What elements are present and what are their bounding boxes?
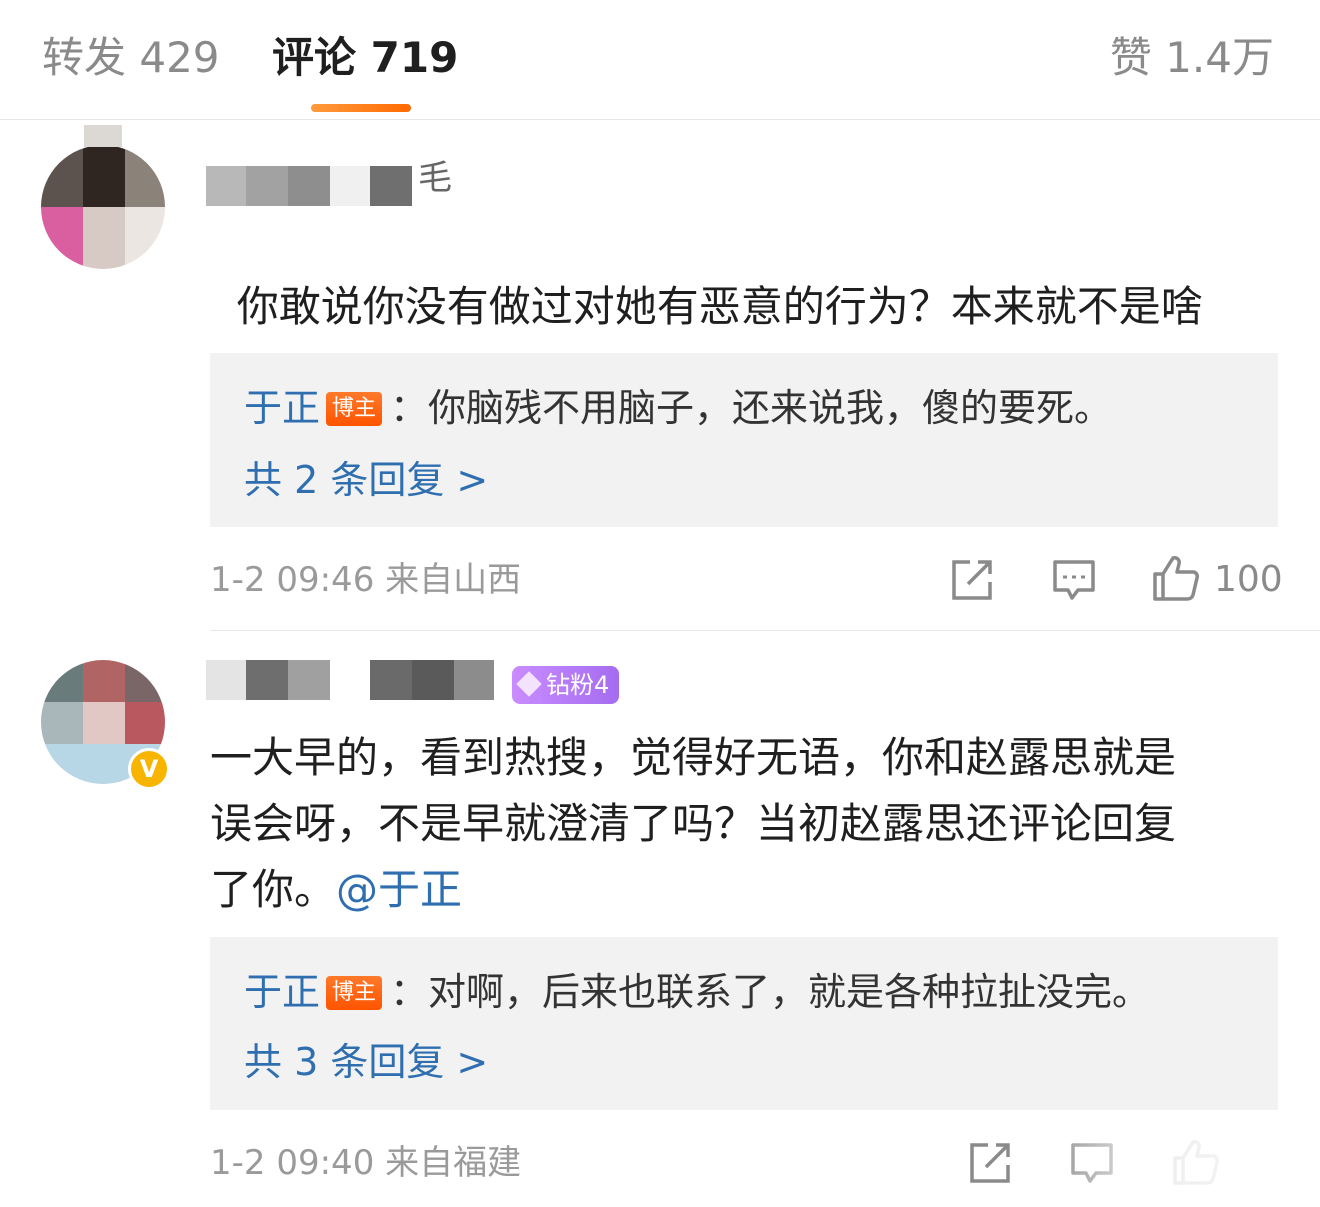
verified-badge: V	[128, 748, 170, 790]
fan-level-badge: 钻粉4	[512, 666, 620, 704]
comment-divider	[210, 630, 1320, 631]
reply-line: 于正 博主 ：你脑残不用脑子，还来说我，傻的要死。	[244, 383, 1112, 433]
share-icon[interactable]	[968, 1141, 1012, 1185]
like-icon[interactable]	[1152, 554, 1200, 602]
mention-link[interactable]: @于正	[336, 865, 462, 914]
comment-icon[interactable]	[1052, 558, 1096, 602]
reply-line: 于正 博主 ：对啊，后来也联系了，就是各种拉扯没完。	[244, 967, 1150, 1017]
watermark-fade	[1040, 1130, 1320, 1207]
blogger-badge: 博主	[326, 392, 383, 426]
comment-meta: 1-2 09:46 来自山西	[210, 560, 522, 600]
view-replies-link[interactable]: 共 2 条回复 >	[244, 455, 488, 505]
avatar[interactable]	[41, 145, 165, 269]
like-count: 100	[1214, 559, 1283, 600]
blogger-badge: 博主	[326, 976, 383, 1010]
reply-text: ：你脑残不用脑子，还来说我，傻的要死。	[390, 386, 1113, 430]
tab-reposts[interactable]: 转发 429	[42, 30, 220, 86]
active-tab-indicator	[311, 104, 411, 112]
diamond-icon	[516, 671, 542, 697]
avatar-blur-top	[84, 125, 122, 147]
tab-likes[interactable]: 赞 1.4万	[1110, 30, 1274, 86]
view-replies-link[interactable]: 共 3 条回复 >	[244, 1037, 488, 1087]
fan-level-label: 钻粉4	[546, 671, 610, 699]
comment-text-line1: 你敢说你没有做过对她有恶意的行为？本来就不是啥	[236, 282, 1203, 331]
comment-text: 一大早的，看到热搜，觉得好无语，你和赵露思就是 误会呀，不是早就澄清了吗？当初赵…	[210, 725, 1270, 923]
reply-preview[interactable]: 于正 博主 ：对啊，后来也联系了，就是各种拉扯没完。 共 3 条回复 >	[210, 937, 1278, 1110]
reply-author[interactable]: 于正	[244, 386, 320, 430]
share-icon[interactable]	[950, 558, 994, 602]
reply-preview[interactable]: 于正 博主 ：你脑残不用脑子，还来说我，傻的要死。 共 2 条回复 >	[210, 353, 1278, 527]
reply-author[interactable]: 于正	[244, 970, 320, 1014]
comment-tabs: 转发 429 评论 719 赞 1.4万	[0, 0, 1320, 120]
username-tail: 毛	[418, 158, 452, 198]
tab-comments[interactable]: 评论 719	[272, 30, 458, 86]
reply-text: ：对啊，后来也联系了，就是各种拉扯没完。	[390, 970, 1151, 1014]
comment-meta: 1-2 09:40 来自福建	[210, 1143, 522, 1183]
